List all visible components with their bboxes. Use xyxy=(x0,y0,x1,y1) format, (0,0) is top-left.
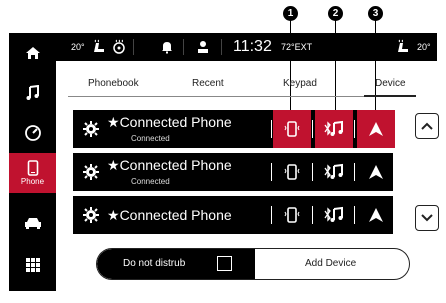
bluetooth-audio-button[interactable] xyxy=(315,153,353,191)
home-icon xyxy=(25,47,40,59)
bottom-action-bar: Do not distrub Add Device xyxy=(96,248,410,280)
bluetooth-music-icon xyxy=(324,120,343,136)
sidebar-item-vehicle[interactable] xyxy=(9,203,56,243)
gear-icon[interactable] xyxy=(83,207,99,223)
status-bar: 20° 11:32 72°EXT 20° xyxy=(9,33,437,61)
left-temp[interactable]: 20° xyxy=(71,33,85,61)
tab-recent[interactable]: Recent xyxy=(192,78,224,89)
chevron-down-icon xyxy=(421,214,433,222)
clock: 11:32 xyxy=(233,38,272,55)
sidebar-item-apps[interactable] xyxy=(9,245,56,285)
carplay-icon xyxy=(369,165,383,179)
tab-active-indicator xyxy=(364,95,416,97)
sidebar-item-phone-label: Phone xyxy=(20,177,45,186)
heated-seat-icon[interactable] xyxy=(91,33,107,61)
carplay-button[interactable] xyxy=(357,196,395,234)
add-device-button[interactable]: Add Device xyxy=(305,258,356,269)
right-temp[interactable]: 20° xyxy=(417,33,431,61)
phone-connect-button[interactable] xyxy=(273,153,311,191)
device-name-text: Connected Phone xyxy=(119,114,232,130)
device-name: ★Connected Phone xyxy=(107,157,232,173)
device-name-text: Connected Phone xyxy=(119,207,232,223)
bluetooth-music-icon xyxy=(324,163,343,179)
device-status: Connected xyxy=(131,177,170,186)
carplay-button[interactable] xyxy=(357,110,395,148)
device-row-3[interactable]: ★Connected Phone xyxy=(73,196,393,234)
sidebar-item-controls[interactable] xyxy=(9,113,56,153)
scroll-up-button[interactable] xyxy=(415,113,439,139)
bluetooth-audio-button[interactable] xyxy=(315,196,353,234)
phone-connect-button[interactable] xyxy=(273,110,311,148)
do-not-disturb-checkbox[interactable] xyxy=(217,256,232,271)
device-name-text: Connected Phone xyxy=(119,157,232,173)
chevron-up-icon xyxy=(421,122,433,130)
carplay-icon xyxy=(369,208,383,222)
heated-wheel-icon[interactable] xyxy=(111,33,127,61)
callout-1: 1 xyxy=(283,6,298,21)
device-name: ★Connected Phone xyxy=(107,207,232,223)
car-icon xyxy=(24,218,41,229)
phone-vibrate-icon xyxy=(284,207,300,223)
callout-3: 3 xyxy=(368,6,383,21)
sidebar-item-home[interactable] xyxy=(9,33,56,73)
apps-grid-icon xyxy=(25,258,40,272)
phone-vibrate-icon xyxy=(284,164,300,180)
music-note-icon xyxy=(26,85,39,100)
bell-icon[interactable] xyxy=(161,33,173,61)
bluetooth-music-icon xyxy=(324,206,343,222)
gear-icon[interactable] xyxy=(83,121,99,137)
heated-seat-right-icon[interactable] xyxy=(395,33,411,61)
bluetooth-audio-button[interactable] xyxy=(315,110,353,148)
device-row-1[interactable]: ★Connected Phone Connected xyxy=(73,110,395,148)
callout-2: 2 xyxy=(328,6,343,21)
sidebar: Phone xyxy=(9,33,56,291)
device-row-2[interactable]: ★Connected Phone Connected xyxy=(73,153,393,191)
phone-icon xyxy=(27,160,38,176)
profile-icon[interactable] xyxy=(197,33,209,61)
do-not-disturb-toggle[interactable]: Do not distrub xyxy=(97,249,255,279)
device-status: Connected xyxy=(131,134,170,143)
do-not-disturb-label: Do not distrub xyxy=(123,258,186,269)
scroll-down-button[interactable] xyxy=(415,205,439,231)
gear-icon[interactable] xyxy=(83,164,99,180)
device-name: ★Connected Phone xyxy=(107,114,232,130)
carplay-button[interactable] xyxy=(357,153,395,191)
phone-vibrate-icon xyxy=(284,121,300,137)
tab-device[interactable]: Device xyxy=(375,78,406,89)
tab-keypad[interactable]: Keypad xyxy=(283,78,317,89)
carplay-icon xyxy=(369,122,383,136)
sidebar-item-phone[interactable]: Phone xyxy=(9,153,56,193)
sidebar-item-media[interactable] xyxy=(9,73,56,113)
gauge-icon xyxy=(24,125,41,141)
tab-phonebook[interactable]: Phonebook xyxy=(88,78,139,89)
outside-temp: 72°EXT xyxy=(281,42,313,52)
phone-connect-button[interactable] xyxy=(273,196,311,234)
